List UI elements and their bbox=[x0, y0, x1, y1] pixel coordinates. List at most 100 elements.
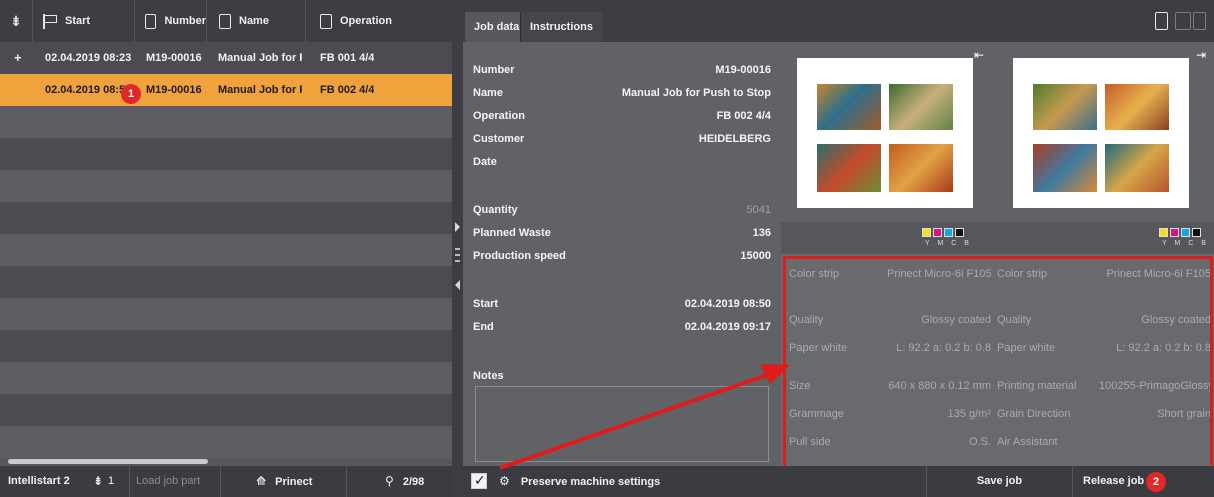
sheet-thumbnail bbox=[1013, 58, 1189, 208]
table-row[interactable]: + 02.04.2019 08:23 M19-00016 Manual Job … bbox=[0, 42, 452, 74]
empty-row bbox=[0, 426, 452, 458]
new-job-marker: + bbox=[14, 50, 22, 65]
job-number-row: Number M19-00016 bbox=[473, 60, 771, 80]
job-operation-value: FB 002 4/4 bbox=[716, 110, 771, 122]
color-strip-bar: Y M C B Y M C B bbox=[781, 222, 1214, 254]
planned-waste-value: 136 bbox=[752, 227, 771, 239]
column-name-label: Name bbox=[239, 15, 269, 27]
page-image bbox=[889, 144, 953, 192]
empty-row bbox=[0, 266, 452, 298]
horizontal-scrollbar[interactable] bbox=[8, 459, 208, 464]
cmyk-label-front: Y M C B bbox=[925, 240, 972, 247]
row-start: 02.04.2019 08:50 bbox=[45, 84, 132, 96]
blank-page-icon[interactable] bbox=[1175, 12, 1191, 30]
prinect-label: Prinect bbox=[275, 476, 313, 488]
column-operation[interactable]: Operation bbox=[306, 0, 452, 42]
job-list-header: ⇟ Start Number Name Operation bbox=[0, 0, 452, 42]
yellow-swatch bbox=[922, 228, 931, 237]
empty-row bbox=[0, 234, 452, 266]
column-number[interactable]: Number bbox=[135, 0, 207, 42]
detail-tabs: Job data Instructions bbox=[463, 0, 1214, 42]
job-customer-value: HEIDELBERG bbox=[698, 133, 771, 145]
job-detail-panel: Job data Instructions Number M19-00016 Na… bbox=[463, 0, 1214, 497]
sheet-thumbnail bbox=[797, 58, 973, 208]
row-start: 02.04.2019 08:23 bbox=[45, 52, 132, 64]
grip-icon[interactable] bbox=[455, 248, 460, 262]
black-swatch bbox=[955, 228, 964, 237]
cyan-swatch bbox=[1181, 228, 1190, 237]
job-end-label: End bbox=[473, 321, 494, 333]
highlight-box bbox=[783, 256, 1213, 472]
row-name: Manual Job for Pu... bbox=[218, 52, 302, 64]
cyan-swatch bbox=[944, 228, 953, 237]
intellistart-count: 1 bbox=[108, 475, 115, 487]
production-speed-row: Production speed 15000 bbox=[473, 246, 771, 266]
flip-left-icon[interactable]: ⇤ bbox=[974, 48, 984, 62]
production-speed-value: 15000 bbox=[740, 250, 771, 262]
magenta-swatch bbox=[1170, 228, 1179, 237]
tab-instructions[interactable]: Instructions bbox=[520, 12, 602, 42]
machine-settings-icon: ⚙ bbox=[499, 474, 510, 488]
job-number-label: Number bbox=[473, 64, 515, 76]
tab-job-data[interactable]: Job data bbox=[465, 12, 529, 42]
single-page-icon[interactable] bbox=[1155, 12, 1168, 30]
back-sheet-preview[interactable]: ⇥ bbox=[997, 42, 1214, 222]
intellistart-button[interactable]: Intellistart 2 ⇟ 1 bbox=[0, 466, 130, 497]
load-job-part-button[interactable]: Load job part bbox=[130, 466, 221, 497]
column-start[interactable]: Start bbox=[33, 0, 135, 42]
job-quantity-value: 5041 bbox=[746, 204, 771, 216]
job-name-label: Name bbox=[473, 87, 503, 99]
job-quantity-label: Quantity bbox=[473, 204, 518, 216]
intellistart-label: Intellistart 2 bbox=[8, 475, 70, 487]
job-data-section: Number M19-00016 Name Manual Job for Push … bbox=[463, 42, 781, 466]
release-job-label: Release job bbox=[1083, 475, 1145, 487]
double-page-icon[interactable] bbox=[1193, 12, 1206, 30]
black-swatch bbox=[1192, 228, 1201, 237]
page-image bbox=[817, 84, 881, 130]
empty-row bbox=[0, 298, 452, 330]
job-number-value: M19-00016 bbox=[715, 64, 771, 76]
release-job-button[interactable]: Release job bbox=[1072, 466, 1214, 497]
notes-field[interactable] bbox=[475, 386, 769, 462]
column-name[interactable]: Name bbox=[207, 0, 306, 42]
page-image bbox=[817, 144, 881, 192]
job-customer-row: Customer HEIDELBERG bbox=[473, 129, 771, 149]
preserve-settings-checkbox[interactable]: ✓ bbox=[471, 472, 487, 489]
job-operation-row: Operation FB 002 4/4 bbox=[473, 106, 771, 126]
job-start-value: 02.04.2019 08:50 bbox=[684, 298, 771, 310]
planned-waste-row: Planned Waste 136 bbox=[473, 223, 771, 243]
front-sheet-preview[interactable]: ⇤ bbox=[781, 42, 997, 222]
flip-right-icon[interactable]: ⇥ bbox=[1196, 48, 1206, 62]
app-window: ⇟ Start Number Name Operation + 02.04.20… bbox=[0, 0, 1214, 497]
expand-right-icon[interactable] bbox=[455, 222, 460, 232]
row-number: M19-00016 bbox=[146, 84, 202, 96]
magenta-swatch bbox=[933, 228, 942, 237]
save-job-button[interactable]: Save job bbox=[926, 466, 1072, 497]
prinect-button[interactable]: ⟰ Prinect bbox=[221, 466, 347, 497]
empty-row bbox=[0, 106, 452, 138]
cmyk-swatches-back bbox=[1159, 228, 1201, 237]
notes-label: Notes bbox=[473, 370, 504, 382]
column-number-label: Number bbox=[164, 15, 206, 27]
cmyk-swatches-front bbox=[922, 228, 964, 237]
table-row-selected[interactable]: 02.04.2019 08:50 M19-00016 Manual Job fo… bbox=[0, 74, 452, 106]
flag-icon bbox=[43, 13, 57, 29]
empty-row bbox=[0, 202, 452, 234]
detail-footer: ✓ ⚙ Preserve machine settings Save job R… bbox=[463, 466, 1214, 497]
name-doc-icon bbox=[219, 13, 231, 29]
job-date-row: Date bbox=[473, 152, 771, 172]
empty-row bbox=[0, 138, 452, 170]
cmyk-label-back: Y M C B bbox=[1162, 240, 1209, 247]
preserve-settings-toggle[interactable]: ⚙ Preserve machine settings bbox=[499, 466, 779, 497]
prinect-icon: ⟰ bbox=[256, 474, 267, 488]
job-start-label: Start bbox=[473, 298, 499, 310]
sort-column-header[interactable]: ⇟ bbox=[0, 0, 33, 42]
expand-left-icon[interactable] bbox=[455, 280, 460, 290]
sort-icon: ⇟ bbox=[10, 12, 22, 29]
page-image bbox=[889, 84, 953, 130]
filter-button[interactable]: ⚲ 2/98 bbox=[347, 466, 452, 497]
filter-icon: ⚲ bbox=[385, 474, 394, 488]
job-list-footer: Intellistart 2 ⇟ 1 Load job part ⟰ Prine… bbox=[0, 466, 452, 497]
panel-splitter[interactable] bbox=[452, 0, 463, 497]
row-operation: FB 001 4/4 bbox=[320, 52, 375, 64]
